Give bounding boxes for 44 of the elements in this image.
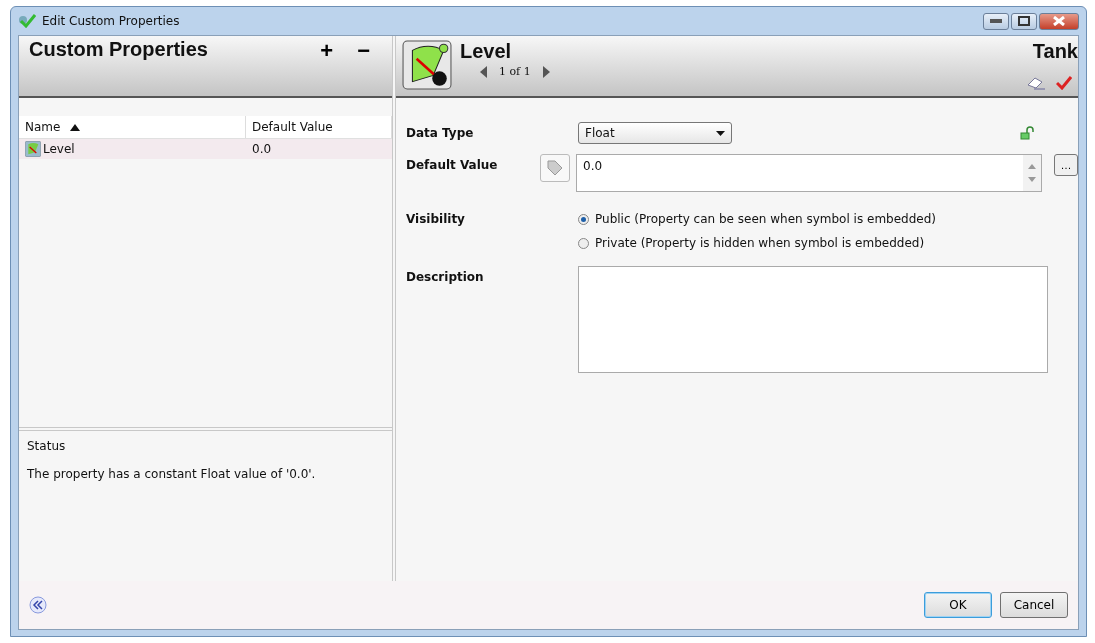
field-label: Description — [406, 269, 485, 284]
minimize-button[interactable] — [983, 12, 1009, 30]
dialog-button[interactable]: OK — [924, 592, 992, 618]
gauge-icon — [402, 40, 452, 90]
add-button[interactable]: + — [308, 38, 346, 64]
next-icon[interactable] — [542, 65, 550, 78]
close-icon — [1053, 16, 1065, 26]
tag-icon — [546, 159, 564, 177]
minimize-icon — [990, 19, 1002, 23]
spin-down-icon[interactable] — [1028, 177, 1036, 182]
table-cell-text: 0.0 — [251, 142, 272, 156]
field-label: Default Value — [406, 157, 499, 172]
remove-button[interactable]: − — [345, 38, 382, 64]
collapse-icon[interactable] — [29, 596, 47, 614]
property-title: Level — [460, 40, 513, 63]
close-button[interactable] — [1039, 12, 1079, 30]
maximize-button[interactable] — [1011, 12, 1037, 30]
status-message: The property has a constant Float value of '0.0'. — [27, 467, 317, 481]
maximize-icon — [1018, 16, 1030, 26]
checkmark-icon[interactable] — [1056, 76, 1072, 90]
previous-icon[interactable] — [480, 65, 487, 78]
field-label: Visibility — [406, 211, 466, 226]
visibility-radio[interactable]: Private (Property is hidden when symbol is embedded) — [578, 236, 1078, 250]
app-icon — [18, 14, 36, 28]
field-label: Data Type — [406, 125, 475, 140]
symbol-name: Tank — [1032, 40, 1078, 63]
spin-up-icon[interactable] — [1028, 164, 1036, 169]
tag-button[interactable] — [540, 154, 570, 182]
status-title: Status — [27, 439, 67, 453]
property-row[interactable]: Level 0.0 — [19, 139, 392, 159]
panel-title: Custom Properties — [29, 38, 209, 61]
window-title: Edit Custom Properties — [42, 14, 181, 28]
dialog-button[interactable]: Cancel — [1000, 592, 1068, 618]
table-cell: Level — [19, 141, 245, 157]
default-value-field[interactable]: 0.0 — [576, 154, 1042, 192]
description-field[interactable] — [578, 266, 1048, 373]
data-type-dropdown[interactable]: Float — [578, 122, 732, 144]
dropdown-arrow-icon — [716, 130, 725, 136]
gauge-icon — [25, 141, 41, 157]
browse-button[interactable]: … — [1054, 154, 1078, 176]
pager-text: 1 of 1 — [499, 65, 531, 78]
eraser-icon[interactable] — [1026, 76, 1046, 90]
unlocked-padlock-icon[interactable] — [1020, 126, 1034, 140]
visibility-radio[interactable]: Public (Property can be seen when symbol is embedded) — [578, 212, 1078, 226]
